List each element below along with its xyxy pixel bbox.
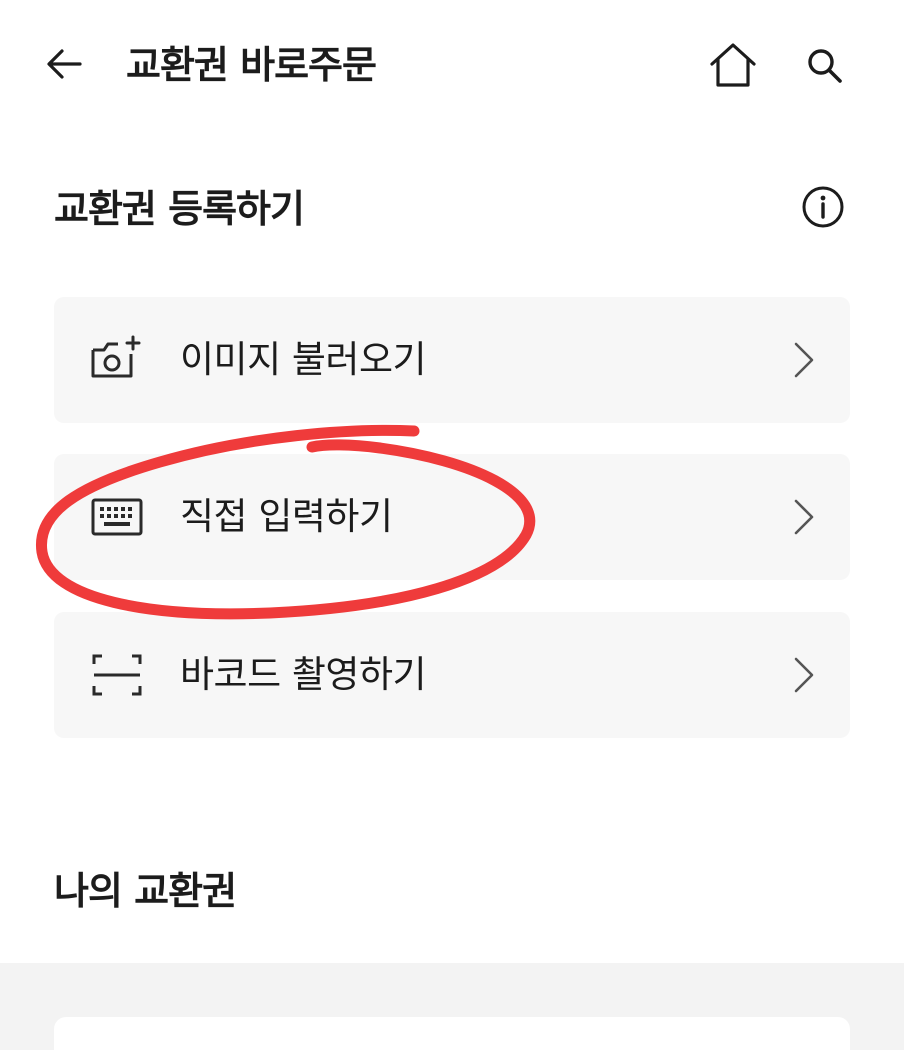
camera-plus-icon [90, 334, 144, 386]
manual-input-option[interactable]: 직접 입력하기 [54, 454, 850, 580]
arrow-left-icon [47, 49, 82, 79]
keyboard-icon [90, 491, 144, 543]
search-icon [808, 49, 842, 83]
voucher-card[interactable] [54, 1017, 850, 1050]
my-vouchers-title: 나의 교환권 [54, 869, 237, 913]
info-icon [802, 186, 844, 228]
chevron-right-icon [790, 340, 818, 380]
scan-barcode-label: 바코드 촬영하기 [180, 653, 427, 696]
chevron-right-icon [790, 655, 818, 695]
search-button[interactable] [797, 38, 851, 92]
barcode-scan-icon [90, 649, 144, 701]
manual-input-label: 직접 입력하기 [180, 495, 393, 538]
home-icon [710, 43, 756, 87]
back-button[interactable] [38, 38, 90, 90]
scan-barcode-option[interactable]: 바코드 촬영하기 [54, 612, 850, 738]
load-image-option[interactable]: 이미지 불러오기 [54, 297, 850, 423]
page-title: 교환권 바로주문 [126, 43, 377, 87]
load-image-label: 이미지 불러오기 [180, 338, 427, 381]
app-header: 교환권 바로주문 [0, 0, 904, 130]
info-button[interactable] [800, 184, 846, 230]
home-button[interactable] [704, 38, 762, 92]
register-section-title: 교환권 등록하기 [54, 187, 305, 231]
chevron-right-icon [790, 497, 818, 537]
